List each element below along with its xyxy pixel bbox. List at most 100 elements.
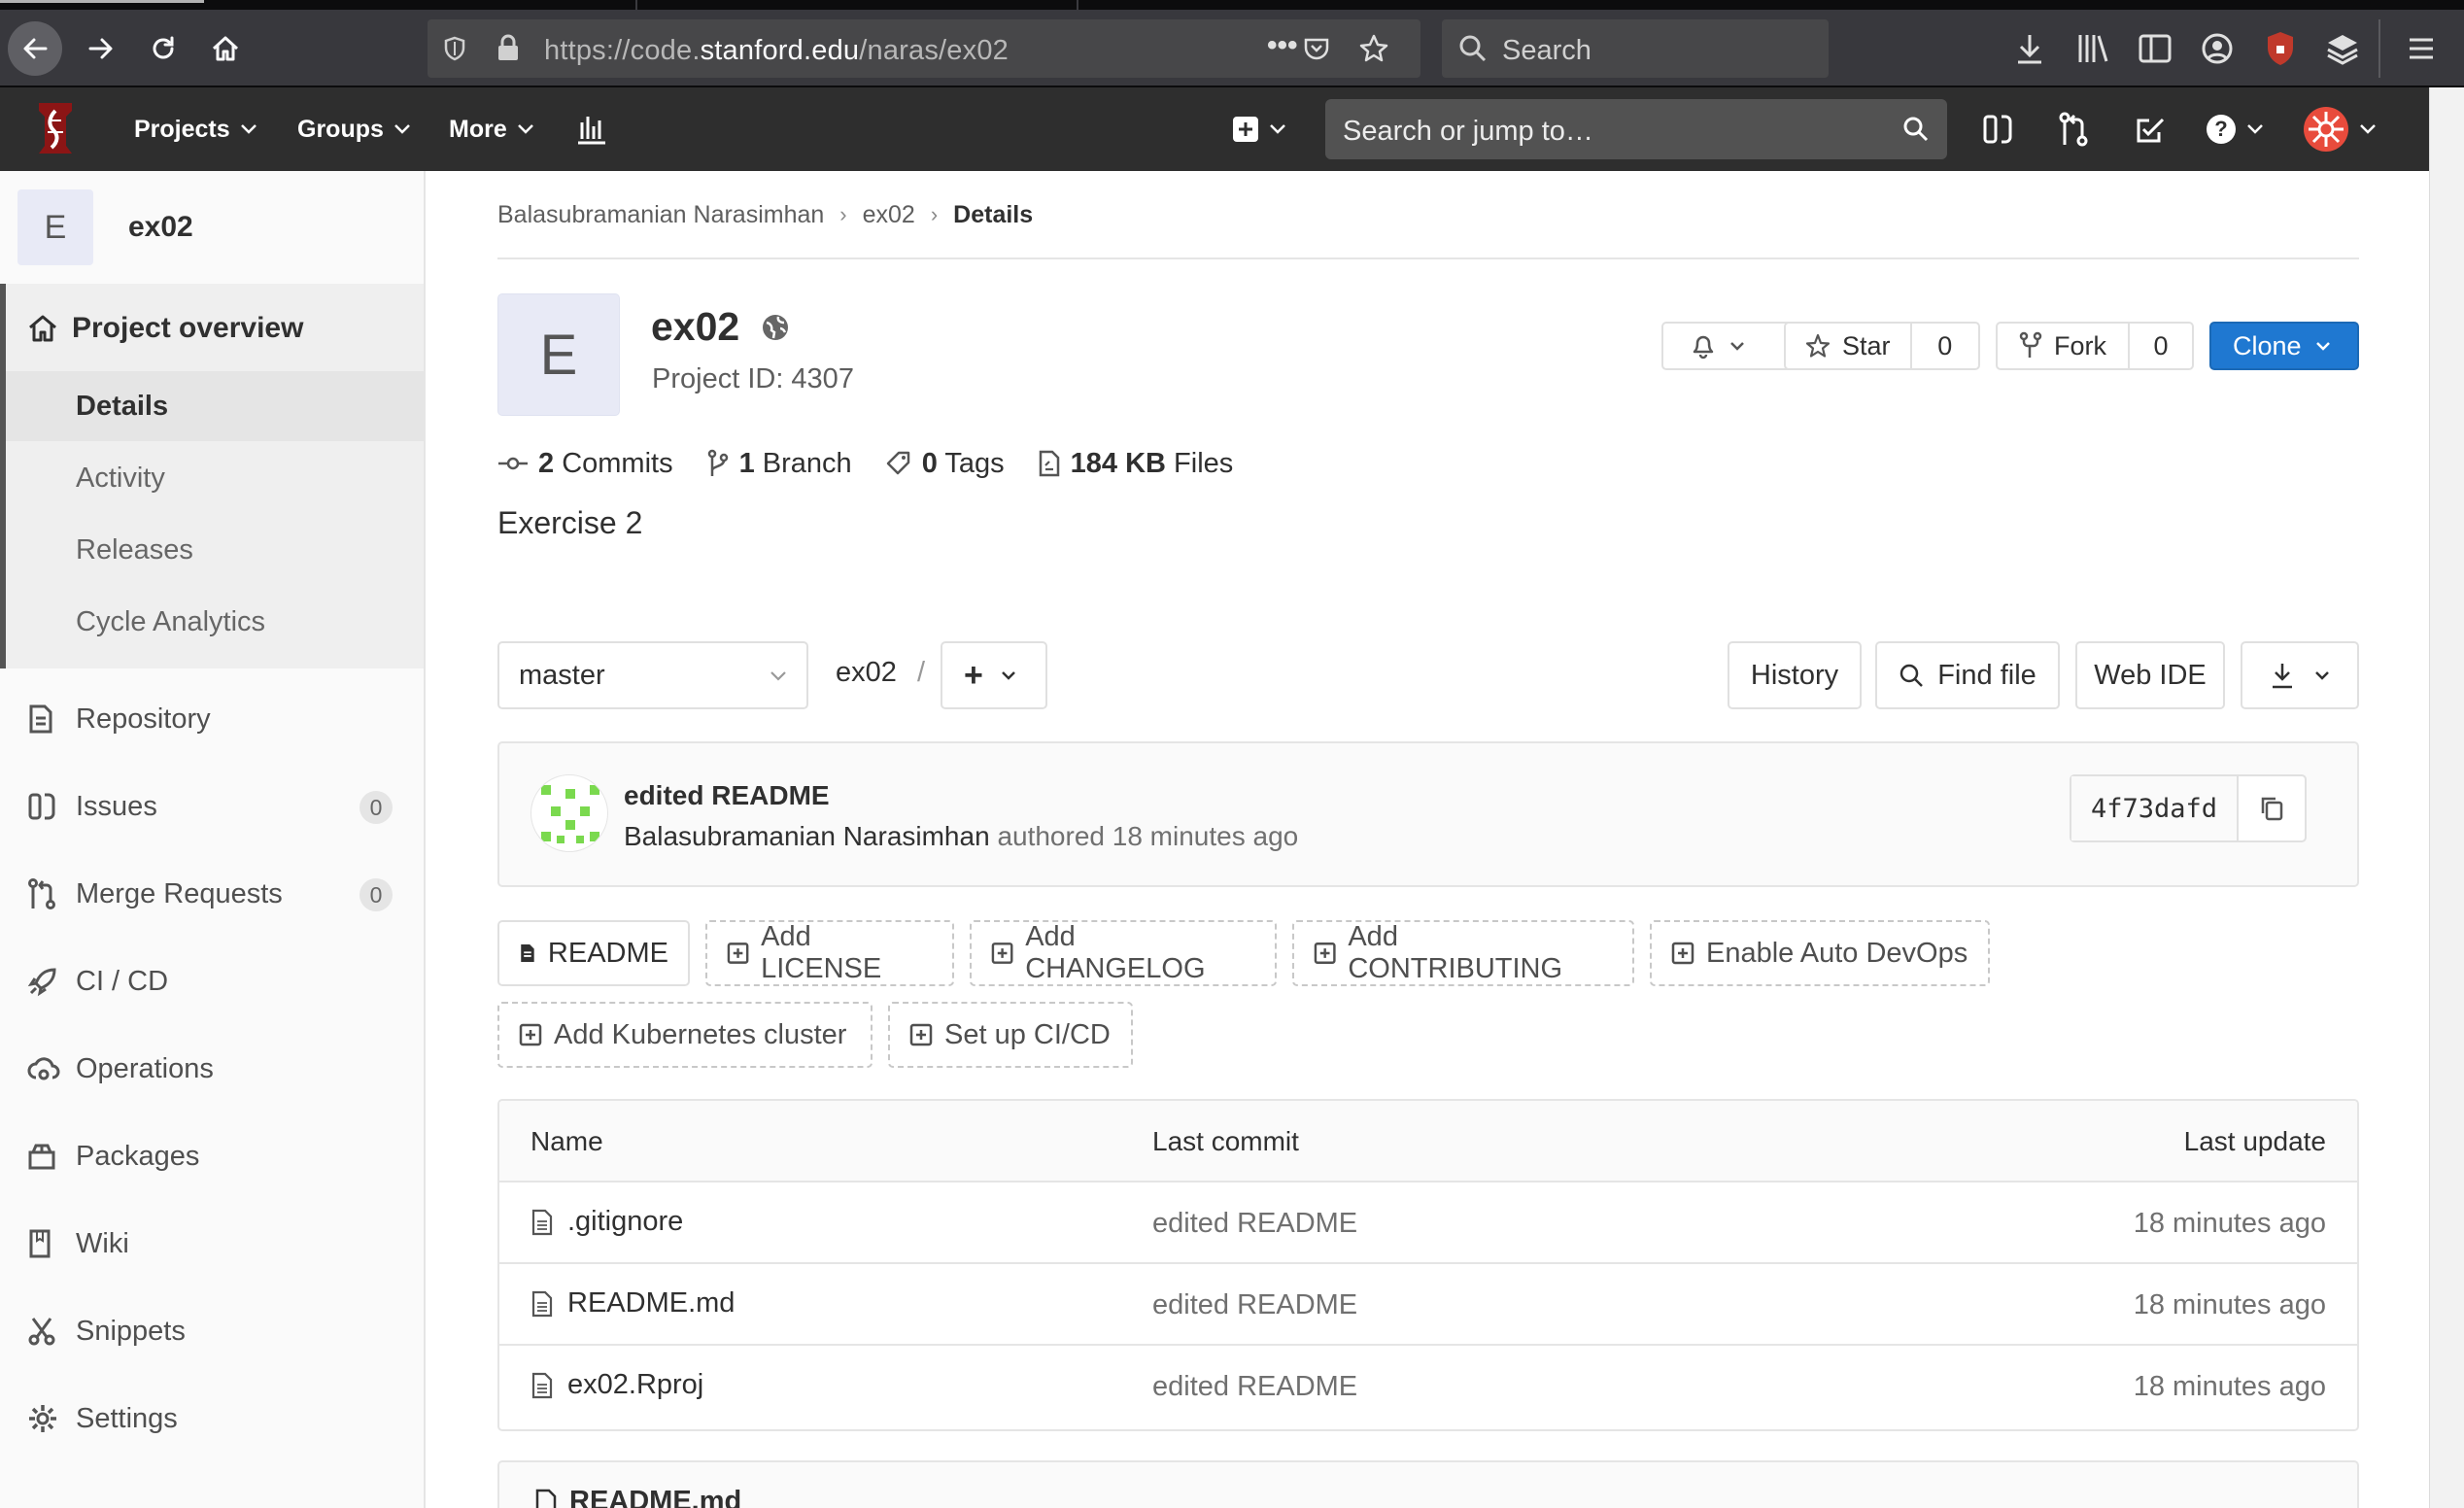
star-count[interactable]: 0 [1912, 324, 1978, 368]
table-row[interactable]: .gitignore edited README 18 minutes ago [499, 1182, 2357, 1264]
analytics-chart-icon[interactable] [575, 113, 608, 146]
sidebar-item-cycle-analytics[interactable]: Cycle Analytics [6, 587, 424, 657]
copy-sha-button[interactable] [2237, 776, 2305, 840]
history-button[interactable]: History [1728, 641, 1862, 709]
sidebar-project-header[interactable]: E ex02 [0, 171, 424, 284]
sidebar-item-operations[interactable]: Operations [0, 1034, 424, 1104]
file-name: ex02.Rproj [567, 1369, 704, 1400]
fork-button[interactable]: Fork [1998, 324, 2128, 368]
find-file-button[interactable]: Find file [1875, 641, 2060, 709]
branches-stat-link[interactable]: 1 Branch [706, 448, 852, 480]
plus-square-icon [519, 1023, 542, 1046]
enable-auto-devops-button[interactable]: Enable Auto DevOps [1650, 920, 1990, 986]
branch-icon [707, 449, 728, 476]
download-icon[interactable] [2013, 31, 2046, 66]
merge-request-icon[interactable] [2058, 111, 2089, 148]
library-icon[interactable] [2075, 31, 2110, 66]
file-last-commit[interactable]: edited README [1152, 1371, 1357, 1403]
add-changelog-button[interactable]: Add CHANGELOG [970, 920, 1277, 986]
sidebar-item-snippets[interactable]: Snippets [0, 1296, 424, 1366]
add-to-tree-dropdown[interactable]: + [941, 641, 1047, 709]
breadcrumb-user-link[interactable]: Balasubramanian Narasimhan [497, 201, 824, 229]
page-scrollbar[interactable] [2429, 87, 2464, 1508]
repository-icon [29, 704, 52, 734]
sidebar-item-repository[interactable]: Repository [0, 684, 424, 754]
commit-sha-link[interactable]: 4f73dafd [2070, 776, 2237, 840]
file-name-cell[interactable]: README.md [530, 1287, 735, 1320]
clone-dropdown-button[interactable]: Clone [2209, 322, 2359, 370]
sidebar-item-settings[interactable]: Settings [0, 1384, 424, 1454]
repo-path-link[interactable]: ex02 [836, 657, 897, 689]
home-button[interactable] [198, 21, 253, 76]
download-dropdown[interactable] [2241, 641, 2359, 709]
arrow-right-icon [88, 38, 113, 59]
page-actions-menu[interactable]: ••• [1267, 29, 1298, 62]
star-bookmark-icon[interactable] [1358, 33, 1389, 64]
file-name-cell[interactable]: ex02.Rproj [530, 1369, 703, 1401]
sidebar-item-releases[interactable]: Releases [6, 515, 424, 585]
branch-selector[interactable]: master [497, 641, 808, 709]
commit-author-link[interactable]: Balasubramanian Narasimhan [624, 821, 990, 851]
add-license-button[interactable]: Add LICENSE [705, 920, 954, 986]
plus-icon: + [964, 656, 983, 694]
account-icon[interactable] [2200, 31, 2235, 66]
sidebar-item-project-overview[interactable]: Project overview [6, 299, 303, 358]
sidebar-item-details[interactable]: Details [6, 371, 424, 441]
sidebar-item-activity[interactable]: Activity [6, 443, 424, 513]
sidebar-item-ci-cd[interactable]: CI / CD [0, 946, 424, 1016]
help-dropdown[interactable]: ? [2206, 105, 2264, 154]
fork-count[interactable]: 0 [2130, 324, 2192, 368]
nav-more[interactable]: More [449, 87, 534, 171]
sidebar-toggle-icon[interactable] [2138, 31, 2173, 66]
nav-groups[interactable]: Groups [297, 87, 411, 171]
back-button[interactable] [8, 21, 62, 76]
breadcrumb-current[interactable]: Details [953, 201, 1033, 229]
commit-time: authored 18 minutes ago [997, 821, 1299, 851]
address-bar[interactable]: https://code.stanford.edu/naras/ex02 ••• [428, 19, 1420, 78]
browser-search-field[interactable]: Search [1442, 19, 1829, 78]
project-title: ex02 [651, 304, 790, 350]
ublock-shield-icon[interactable] [2264, 29, 2297, 68]
issues-icon[interactable] [1982, 113, 2013, 146]
add-contributing-button[interactable]: Add CONTRIBUTING [1292, 920, 1634, 986]
search-icon [1899, 664, 1924, 687]
table-row[interactable]: ex02.Rproj edited README 18 minutes ago [499, 1346, 2357, 1427]
add-kubernetes-cluster-button[interactable]: Add Kubernetes cluster [497, 1002, 873, 1068]
sidebar-item-merge-requests[interactable]: Merge Requests 0 [0, 859, 424, 929]
stanford-logo-icon[interactable] [33, 99, 78, 159]
breadcrumb-project-link[interactable]: ex02 [863, 201, 915, 229]
enable-auto-devops-label: Enable Auto DevOps [1706, 937, 1968, 969]
todo-icon[interactable] [2134, 113, 2167, 146]
forward-button[interactable] [74, 21, 128, 76]
sidebar-item-packages[interactable]: Packages [0, 1121, 424, 1191]
hamburger-menu-icon[interactable] [2406, 33, 2437, 64]
files-stat-link[interactable]: 184 KB Files [1038, 448, 1233, 480]
setup-ci-cd-button[interactable]: Set up CI/CD [888, 1002, 1133, 1068]
reload-button[interactable] [136, 21, 190, 76]
add-license-label: Add LICENSE [761, 921, 882, 984]
file-last-update: 18 minutes ago [2133, 1371, 2326, 1402]
new-item-dropdown[interactable] [1232, 105, 1286, 154]
web-ide-button[interactable]: Web IDE [2075, 641, 2225, 709]
sidebar-item-issues[interactable]: Issues 0 [0, 771, 424, 841]
readme-button[interactable]: README [497, 920, 690, 986]
issues-icon [28, 793, 55, 820]
pocket-icon[interactable] [1302, 34, 1331, 63]
file-name-cell[interactable]: .gitignore [530, 1206, 683, 1238]
user-avatar [2304, 107, 2348, 152]
sidebar-item-wiki[interactable]: Wiki [0, 1209, 424, 1279]
nav-projects[interactable]: Projects [134, 87, 257, 171]
sidebar-item-label: Packages [76, 1140, 200, 1172]
table-row[interactable]: README.md edited README 18 minutes ago [499, 1264, 2357, 1346]
copy-icon [2261, 797, 2283, 821]
user-menu-dropdown[interactable] [2303, 105, 2377, 154]
tags-stat-link[interactable]: 0 Tags [885, 448, 1005, 480]
layers-icon[interactable] [2324, 31, 2361, 66]
star-button[interactable]: Star [1786, 324, 1910, 368]
commit-author-avatar[interactable] [530, 774, 608, 852]
file-last-commit[interactable]: edited README [1152, 1289, 1357, 1321]
commit-title-link[interactable]: edited README [624, 780, 830, 811]
commits-stat-link[interactable]: 2 Commits [497, 448, 673, 480]
gitlab-search-input[interactable]: Search or jump to… [1325, 99, 1947, 159]
file-last-commit[interactable]: edited README [1152, 1208, 1357, 1240]
